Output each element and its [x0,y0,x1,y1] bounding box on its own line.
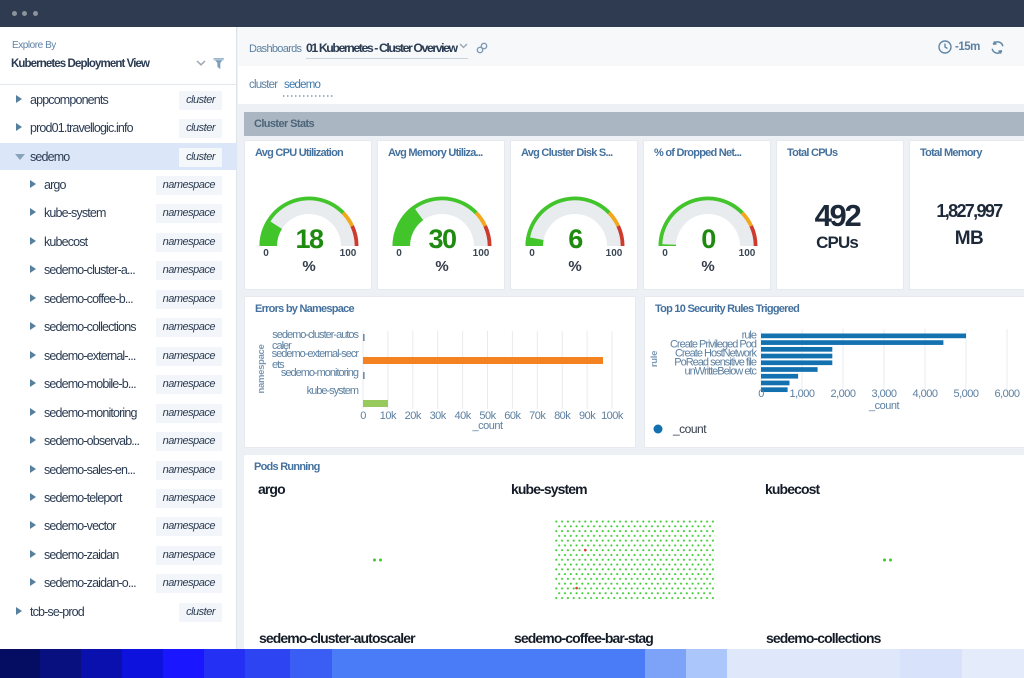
svg-text:_count: _count [672,422,707,436]
svg-text:0: 0 [758,388,764,400]
svg-text:0: 0 [360,410,366,422]
svg-text:5,000: 5,000 [953,388,978,400]
svg-text:100k: 100k [601,410,624,422]
svg-text:20k: 20k [405,410,422,422]
svg-text:3,000: 3,000 [871,388,896,400]
svg-text:60k: 60k [504,410,521,422]
svg-text:_count: _count [868,400,899,412]
svg-text:_count: _count [471,420,502,432]
svg-text:70k: 70k [529,410,546,422]
svg-text:80k: 80k [554,410,571,422]
svg-text:30k: 30k [430,410,447,422]
svg-text:namespace: namespace [256,344,267,393]
svg-text:6,000: 6,000 [994,388,1019,400]
svg-text:sedemo-monitoring: sedemo-monitoring [281,367,359,379]
svg-text:2,000: 2,000 [830,388,855,400]
svg-text:1,000: 1,000 [789,388,814,400]
svg-text:kube-system: kube-system [307,385,359,397]
svg-text:sedemo-external-secr: sedemo-external-secr [272,348,360,360]
svg-text:10k: 10k [380,410,397,422]
svg-text:40k: 40k [454,410,471,422]
svg-text:rule: rule [649,351,660,367]
svg-text:unWritteBelow etc: unWritteBelow etc [685,366,758,378]
svg-text:90k: 90k [579,410,596,422]
svg-text:4,000: 4,000 [912,388,937,400]
